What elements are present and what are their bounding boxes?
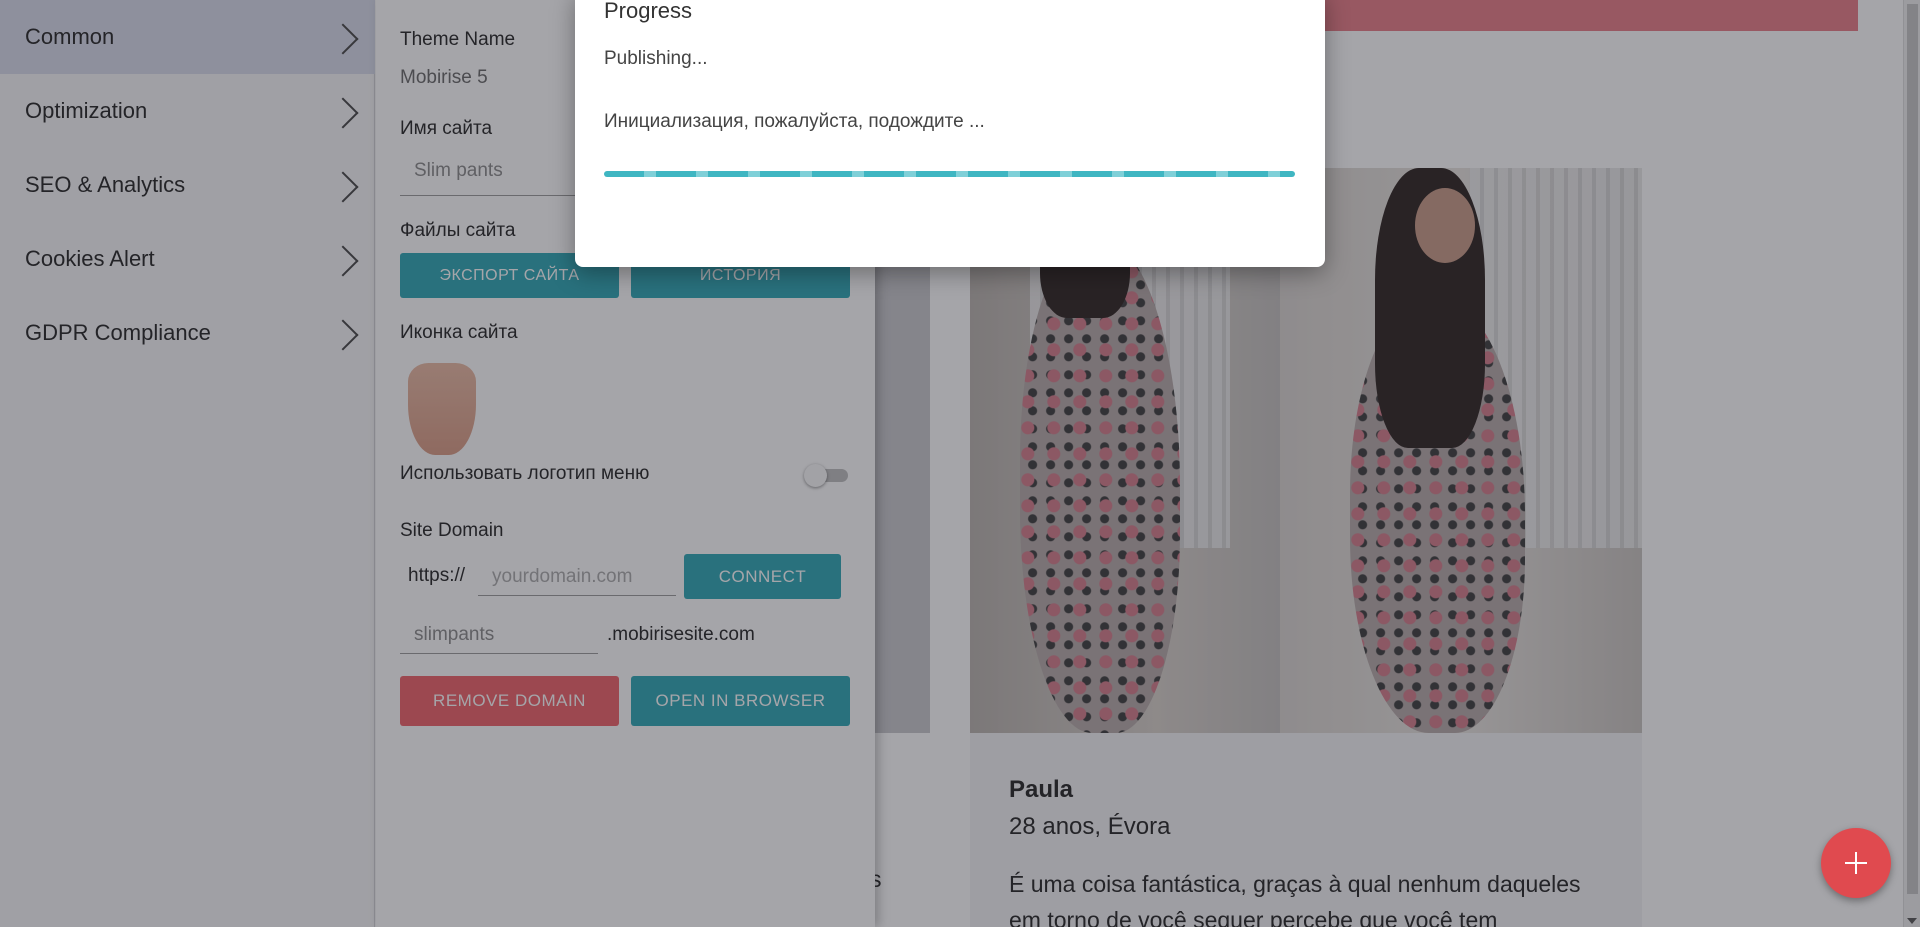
progress-bar — [604, 171, 1295, 177]
progress-dialog: Progress Publishing... Инициализация, по… — [575, 0, 1325, 267]
progress-message: Инициализация, пожалуйста, подождите ... — [604, 111, 985, 132]
add-block-button[interactable] — [1821, 828, 1891, 898]
dialog-title: Progress — [604, 0, 693, 23]
publish-status: Publishing... — [604, 48, 708, 69]
